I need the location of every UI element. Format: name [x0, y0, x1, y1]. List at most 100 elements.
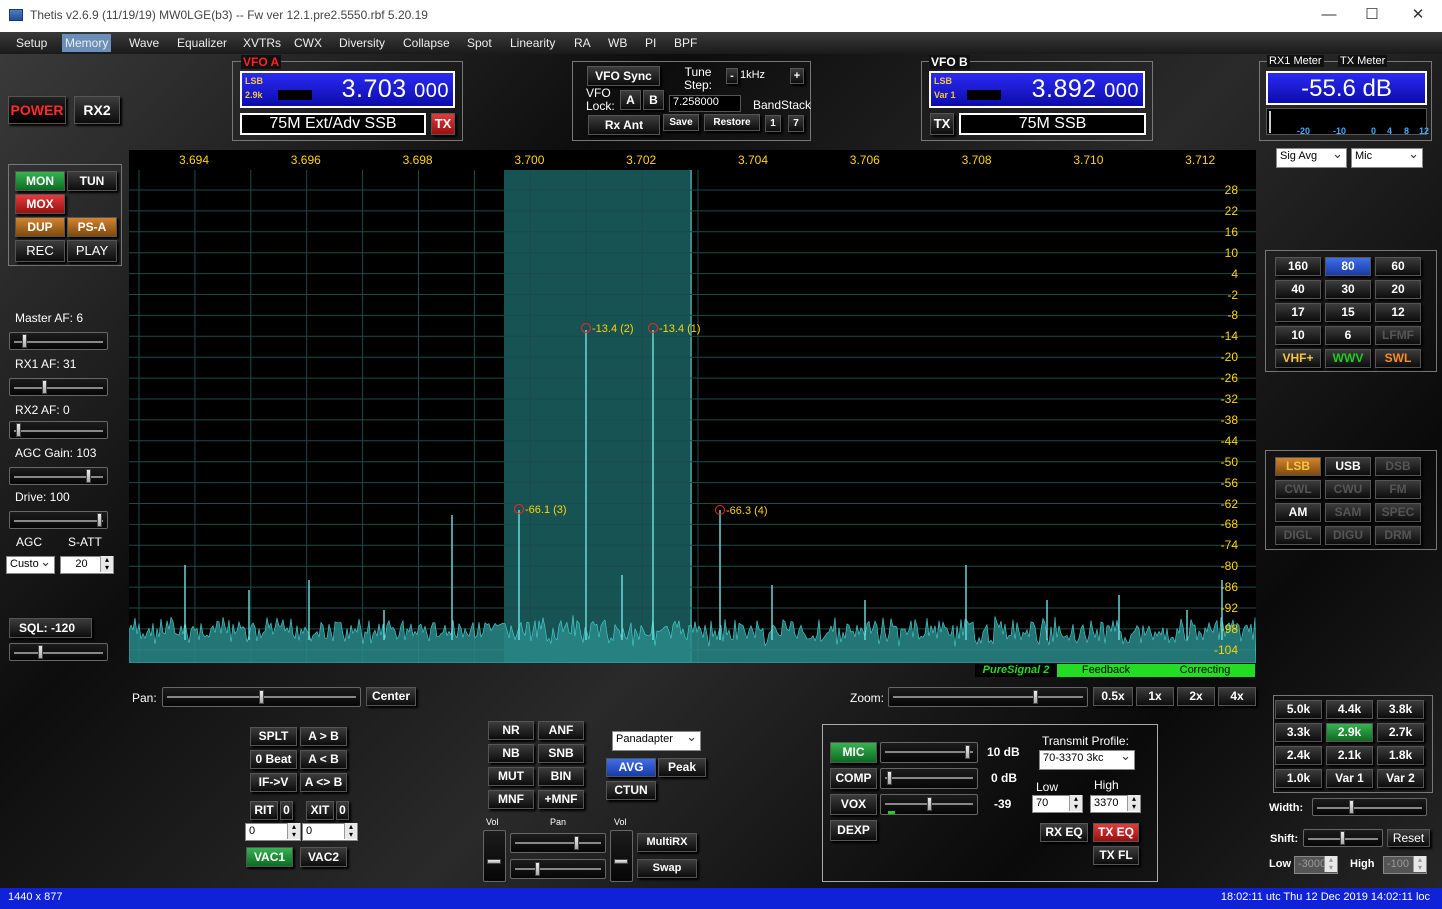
pan-slider[interactable] — [162, 687, 361, 707]
ps-a-button[interactable]: PS-A — [67, 217, 117, 237]
rit-spinner[interactable]: 0 — [245, 823, 301, 841]
avg-button[interactable]: AVG — [606, 758, 656, 777]
band-button-12[interactable]: 12 — [1375, 303, 1421, 322]
band-button-vhf-[interactable]: VHF+ — [1275, 349, 1321, 368]
rx-eq-button[interactable]: RX EQ — [1040, 823, 1088, 842]
xit-button[interactable]: XIT — [306, 801, 334, 820]
vfo-lock-b-button[interactable]: B — [643, 90, 664, 110]
xit-clear-button[interactable]: 0 — [336, 801, 349, 820]
filter-button-3-3k[interactable]: 3.3k — [1275, 723, 1322, 742]
band-button-lfmf[interactable]: LFMF — [1375, 326, 1421, 345]
tun-button[interactable]: TUN — [67, 171, 117, 191]
mut-button[interactable]: MUT — [488, 767, 534, 786]
vfo-a-display[interactable]: LSB 2.9k 3.703 000 — [240, 71, 455, 108]
band-button-wwv[interactable]: WWV — [1325, 349, 1371, 368]
band-button-17[interactable]: 17 — [1275, 303, 1321, 322]
filter-width-slider[interactable] — [1312, 798, 1427, 816]
mode-button-lsb[interactable]: LSB — [1275, 457, 1321, 476]
filter-button-2-7k[interactable]: 2.7k — [1377, 723, 1424, 742]
tune-step-plus-button[interactable]: + — [790, 68, 804, 84]
filter-low-spinner[interactable]: -3000 — [1294, 856, 1338, 874]
menu-bpf[interactable]: BPF — [674, 36, 697, 50]
menu-cwx[interactable]: CWX — [294, 36, 322, 50]
mox-button[interactable]: MOX — [15, 194, 65, 214]
display-mode-select[interactable]: Panadapter — [612, 729, 701, 751]
filter-button-5-0k[interactable]: 5.0k — [1275, 700, 1322, 719]
rx2-button[interactable]: RX2 — [74, 96, 120, 124]
vox-slider[interactable] — [880, 794, 978, 815]
mode-button-dsb[interactable]: DSB — [1375, 457, 1421, 476]
bin-button[interactable]: BIN — [538, 767, 584, 786]
menu-equalizer[interactable]: Equalizer — [177, 36, 227, 50]
xit-spinner[interactable]: 0 — [302, 823, 358, 841]
mode-button-digu[interactable]: DIGU — [1325, 526, 1371, 545]
vac2-button[interactable]: VAC2 — [300, 847, 347, 867]
band-button-160[interactable]: 160 — [1275, 257, 1321, 276]
tx-eq-button[interactable]: TX EQ — [1093, 823, 1139, 842]
vfo-sync-button[interactable]: VFO Sync — [587, 66, 660, 86]
band-button-60[interactable]: 60 — [1375, 257, 1421, 276]
filter-high-spinner[interactable]: -100 — [1383, 856, 1427, 874]
multirx-button[interactable]: MultiRX — [637, 833, 697, 852]
center-button[interactable]: Center — [366, 687, 416, 706]
zoom-1x-button[interactable]: 1x — [1136, 687, 1174, 706]
spectrum-plot[interactable]: 28 22 16 10 4 -2 -8 -14 -20 -26 -32 -38 -44 -50 -56 -62… — [129, 170, 1256, 677]
tx-high-spinner[interactable]: 3370 — [1090, 795, 1141, 813]
menu-wb[interactable]: WB — [608, 36, 627, 50]
tx-filter-button[interactable]: TX FL — [1093, 846, 1139, 865]
agc-gain-slider[interactable] — [9, 467, 108, 485]
swap-rx-button[interactable]: Swap — [637, 859, 697, 878]
satt-spinner[interactable]: 20 — [60, 556, 114, 574]
filter-button-var-2[interactable]: Var 2 — [1377, 769, 1424, 788]
minimize-button[interactable]: — — [1309, 4, 1349, 26]
mic-gain-slider[interactable] — [880, 742, 978, 763]
close-button[interactable]: ✕ — [1398, 4, 1438, 26]
vfo-a-tx-button[interactable]: TX — [431, 113, 455, 135]
menu-setup[interactable]: Setup — [16, 36, 47, 50]
panadapter[interactable]: 3.694 3.696 3.698 3.700 3.702 3.704 3.706 3.708… — [129, 150, 1256, 677]
band-button-swl[interactable]: SWL — [1375, 349, 1421, 368]
zero-beat-button[interactable]: 0 Beat — [250, 750, 297, 769]
mode-button-fm[interactable]: FM — [1375, 480, 1421, 499]
agc-mode-select[interactable]: Custo — [6, 554, 55, 574]
rec-button[interactable]: REC — [15, 240, 65, 262]
mon-button[interactable]: MON — [15, 171, 65, 191]
nb-button[interactable]: NB — [488, 744, 534, 763]
mode-button-spec[interactable]: SPEC — [1375, 503, 1421, 522]
rx2-vol-slider[interactable] — [610, 830, 633, 882]
vfo-b-display[interactable]: LSB Var 1 3.892 000 — [929, 71, 1145, 108]
snb-button[interactable]: SNB — [538, 744, 584, 763]
menu-diversity[interactable]: Diversity — [339, 36, 385, 50]
rx-pan-slider[interactable] — [510, 833, 606, 853]
bandstack-index-button[interactable]: 1 — [765, 115, 781, 132]
band-button-20[interactable]: 20 — [1375, 280, 1421, 299]
tx-meter-mode-select[interactable]: Mic — [1351, 146, 1423, 168]
band-button-80[interactable]: 80 — [1325, 257, 1371, 276]
mode-button-sam[interactable]: SAM — [1325, 503, 1371, 522]
split-button[interactable]: SPLT — [250, 727, 297, 746]
comp-button[interactable]: COMP — [830, 768, 877, 789]
band-button-15[interactable]: 15 — [1325, 303, 1371, 322]
menu-wave[interactable]: Wave — [129, 36, 159, 50]
rit-clear-button[interactable]: 0 — [280, 801, 293, 820]
filter-button-3-8k[interactable]: 3.8k — [1377, 700, 1424, 719]
zoom-0-5x-button[interactable]: 0.5x — [1093, 687, 1133, 706]
b-to-a-button[interactable]: A < B — [300, 750, 347, 769]
maximize-button[interactable]: ☐ — [1352, 4, 1392, 26]
filter-reset-button[interactable]: Reset — [1387, 829, 1430, 847]
filter-button-var-1[interactable]: Var 1 — [1326, 769, 1373, 788]
mode-button-cwu[interactable]: CWU — [1325, 480, 1371, 499]
vac1-button[interactable]: VAC1 — [246, 847, 293, 867]
band-button-10[interactable]: 10 — [1275, 326, 1321, 345]
ctun-button[interactable]: CTUN — [606, 781, 656, 800]
a-to-b-button[interactable]: A > B — [300, 727, 347, 746]
menu-collapse[interactable]: Collapse — [403, 36, 450, 50]
rx-ant-button[interactable]: Rx Ant — [588, 115, 660, 135]
vfo-lock-a-button[interactable]: A — [620, 90, 641, 110]
peak-button[interactable]: Peak — [658, 758, 706, 777]
filter-button-2-4k[interactable]: 2.4k — [1275, 746, 1322, 765]
menu-spot[interactable]: Spot — [467, 36, 492, 50]
dexp-button[interactable]: DEXP — [830, 820, 877, 841]
mode-button-am[interactable]: AM — [1275, 503, 1321, 522]
mic-button[interactable]: MIC — [830, 742, 877, 763]
